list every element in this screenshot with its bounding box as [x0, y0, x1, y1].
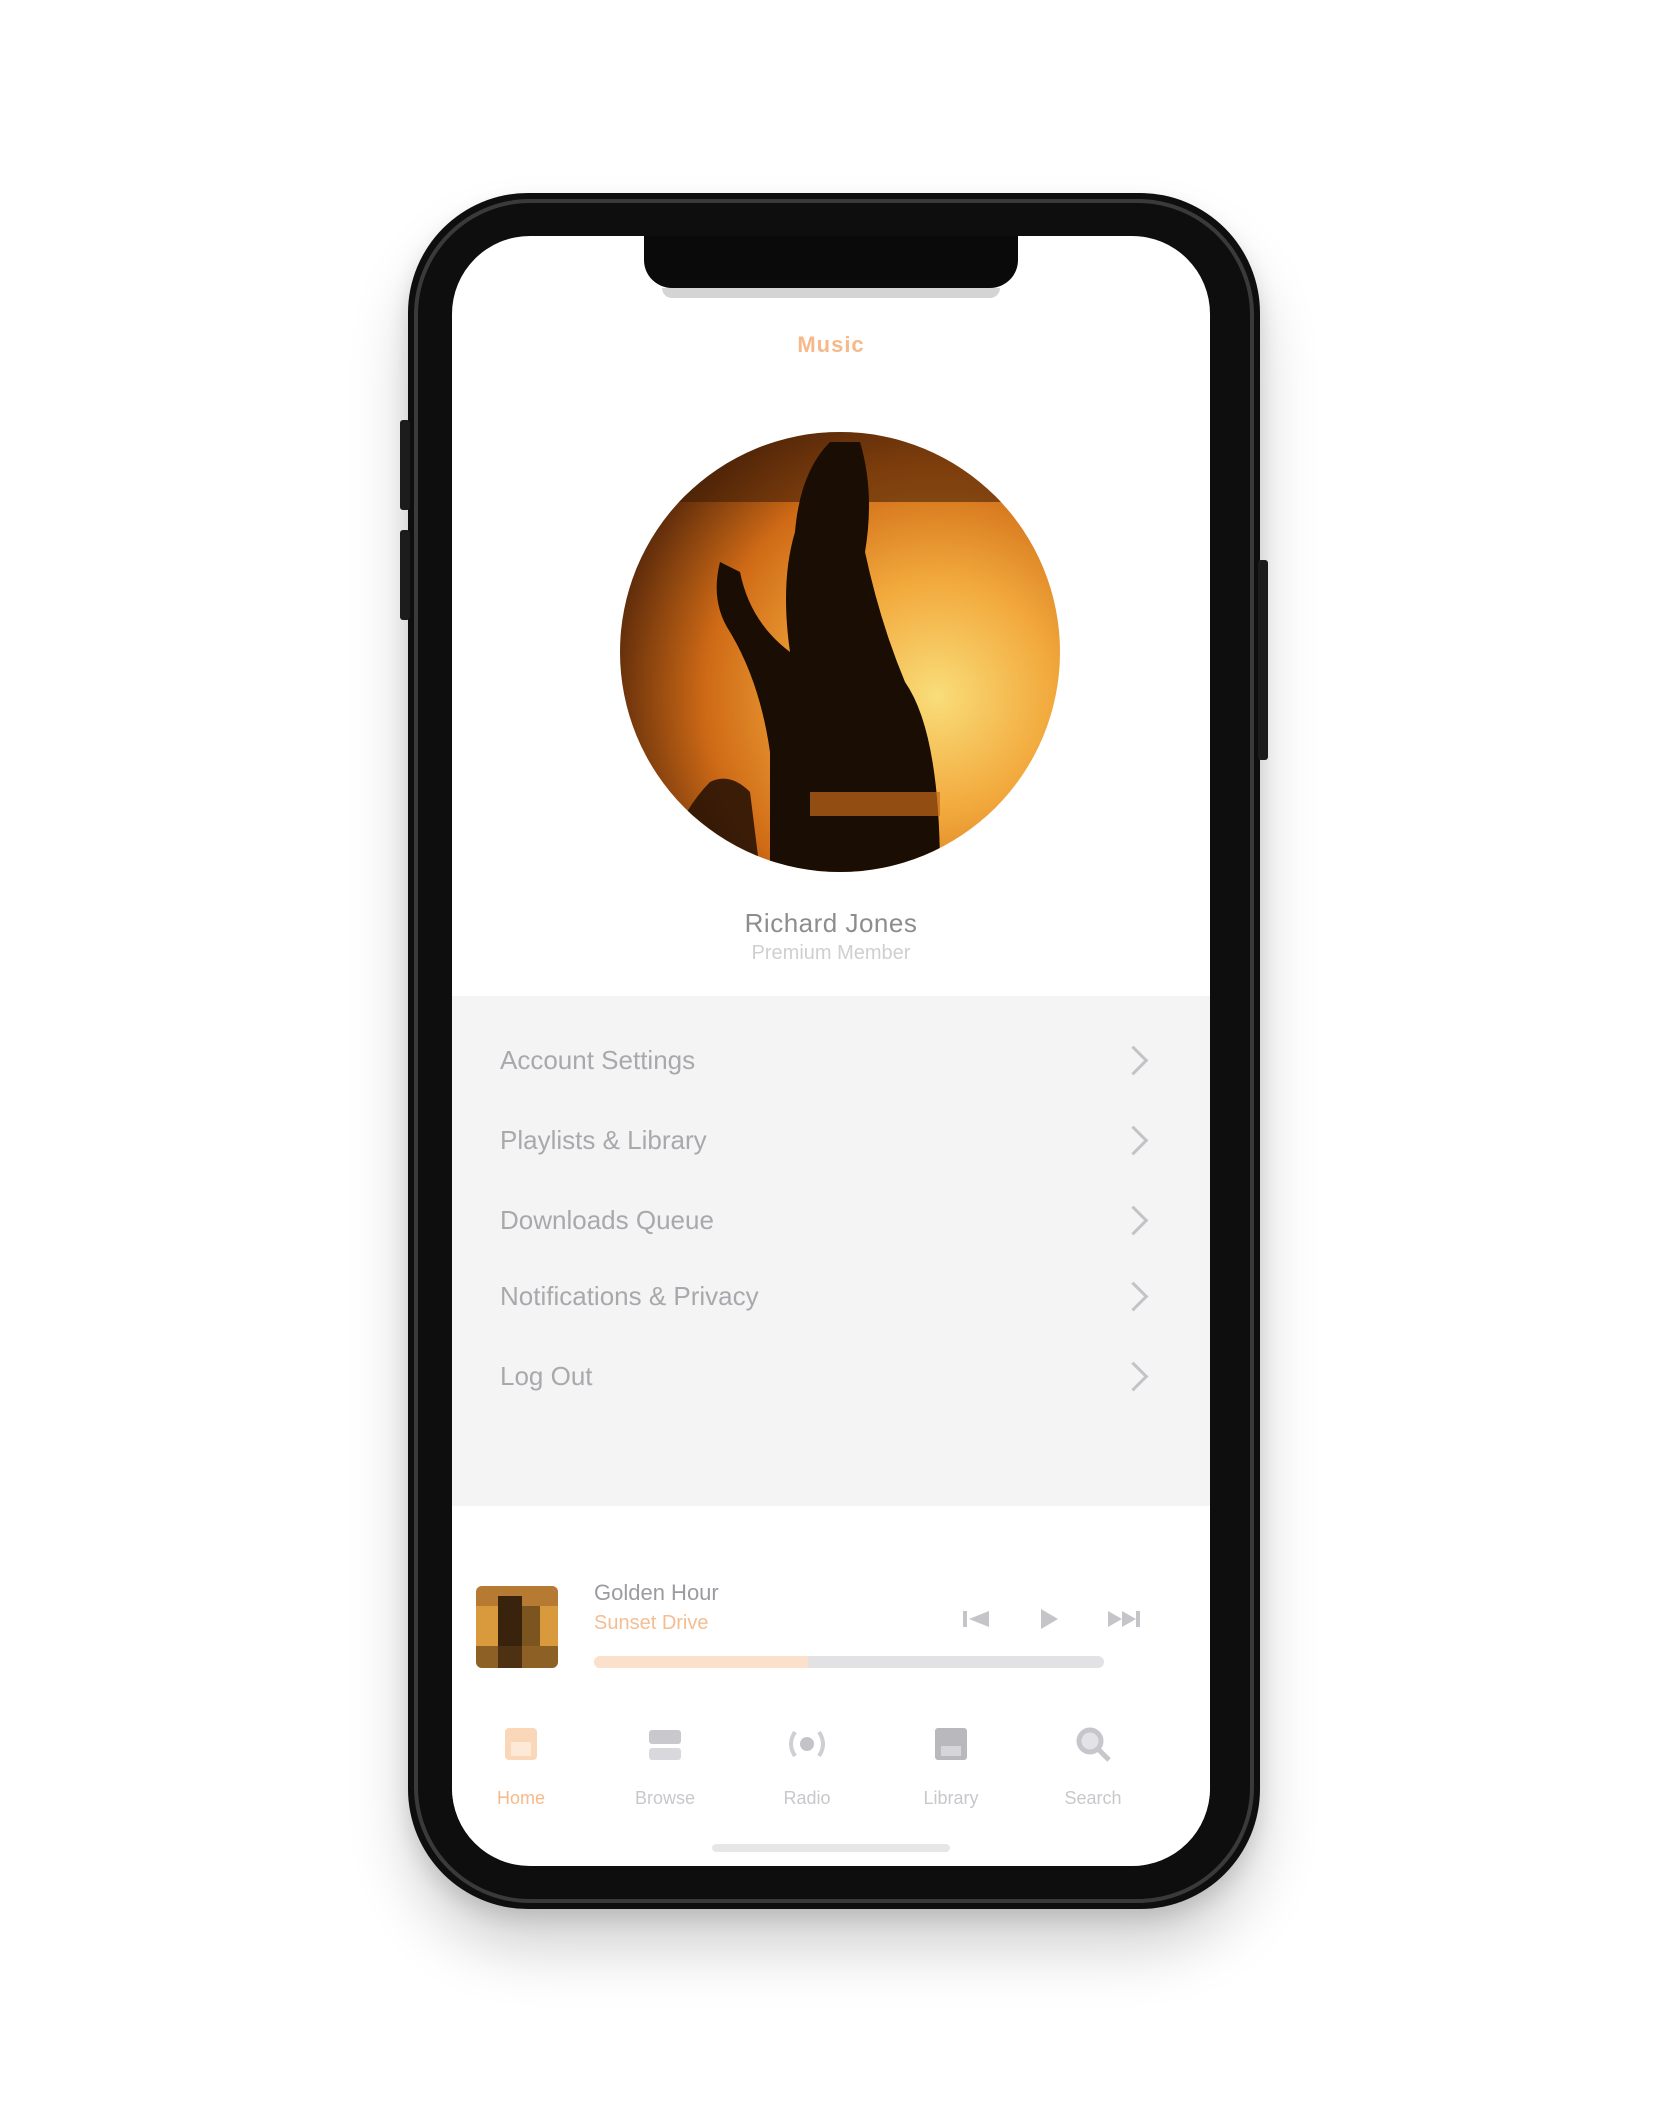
menu-item-label: Log Out	[500, 1360, 593, 1391]
menu-item-label: Account Settings	[500, 1044, 696, 1075]
menu-item-downloads[interactable]: Downloads Queue	[500, 1190, 1154, 1250]
tab-label: Search	[1064, 1788, 1122, 1808]
chevron-right-icon	[1118, 1125, 1149, 1155]
app-brand: Music	[797, 332, 865, 357]
sunset-silhouette-image	[620, 432, 1060, 872]
menu-item-notifications[interactable]: Notifications & Privacy	[500, 1266, 1154, 1326]
playback-progress-fill	[594, 1656, 809, 1668]
phone-screen: Music Richard Jones Premium Member Accou…	[452, 236, 1210, 1866]
profile-avatar[interactable]	[620, 432, 1060, 872]
library-icon	[927, 1720, 975, 1768]
now-playing-bar[interactable]: Golden Hour Sunset Drive	[452, 1528, 1210, 1688]
menu-item-label: Playlists & Library	[500, 1124, 707, 1155]
menu-item-account-settings[interactable]: Account Settings	[500, 1030, 1154, 1090]
previous-button[interactable]	[956, 1602, 996, 1636]
album-thumbnail[interactable]	[476, 1586, 558, 1668]
chevron-right-icon	[1118, 1281, 1149, 1311]
profile-subtitle: Premium Member	[751, 942, 911, 964]
notch	[644, 236, 1018, 288]
tab-home[interactable]: Home	[466, 1716, 576, 1826]
notch-shadow	[662, 288, 1000, 298]
menu-item-label: Downloads Queue	[500, 1204, 714, 1235]
chevron-right-icon	[1118, 1361, 1149, 1391]
tab-label: Home	[496, 1788, 545, 1808]
next-icon	[1108, 1611, 1140, 1627]
playback-progress[interactable]	[594, 1656, 1104, 1668]
power-button	[1258, 560, 1268, 760]
play-icon	[1041, 1609, 1058, 1629]
volume-up-button	[400, 420, 410, 510]
volume-down-button	[400, 530, 410, 620]
search-icon	[1069, 1720, 1117, 1768]
tab-bar: Home Browse Radio Library Search	[452, 1706, 1210, 1856]
tab-label: Browse	[634, 1788, 696, 1808]
home-indicator[interactable]	[712, 1844, 950, 1852]
next-button[interactable]	[1096, 1602, 1152, 1636]
tab-search[interactable]: Search	[1038, 1716, 1148, 1826]
radio-icon	[783, 1720, 831, 1768]
profile-name: Richard Jones	[744, 908, 918, 938]
tab-browse[interactable]: Browse	[610, 1716, 720, 1826]
tab-library[interactable]: Library	[896, 1716, 1006, 1826]
menu-item-playlists[interactable]: Playlists & Library	[500, 1110, 1154, 1170]
chevron-right-icon	[1118, 1205, 1149, 1235]
settings-menu: Account Settings Playlists & Library Dow…	[452, 996, 1210, 1506]
menu-item-logout[interactable]: Log Out	[500, 1346, 1154, 1406]
tab-label: Radio	[783, 1788, 831, 1808]
previous-icon	[963, 1611, 989, 1627]
play-button[interactable]	[1028, 1602, 1068, 1636]
chevron-right-icon	[1118, 1045, 1149, 1075]
track-title: Golden Hour	[594, 1580, 719, 1605]
menu-item-label: Notifications & Privacy	[500, 1280, 759, 1311]
tab-radio[interactable]: Radio	[752, 1716, 862, 1826]
album-art-image	[476, 1586, 558, 1668]
browse-icon	[641, 1720, 689, 1768]
stage: Music Richard Jones Premium Member Accou…	[0, 0, 1676, 2114]
track-artist: Sunset Drive	[594, 1612, 709, 1634]
tab-label: Library	[923, 1788, 979, 1808]
home-icon	[497, 1720, 545, 1768]
